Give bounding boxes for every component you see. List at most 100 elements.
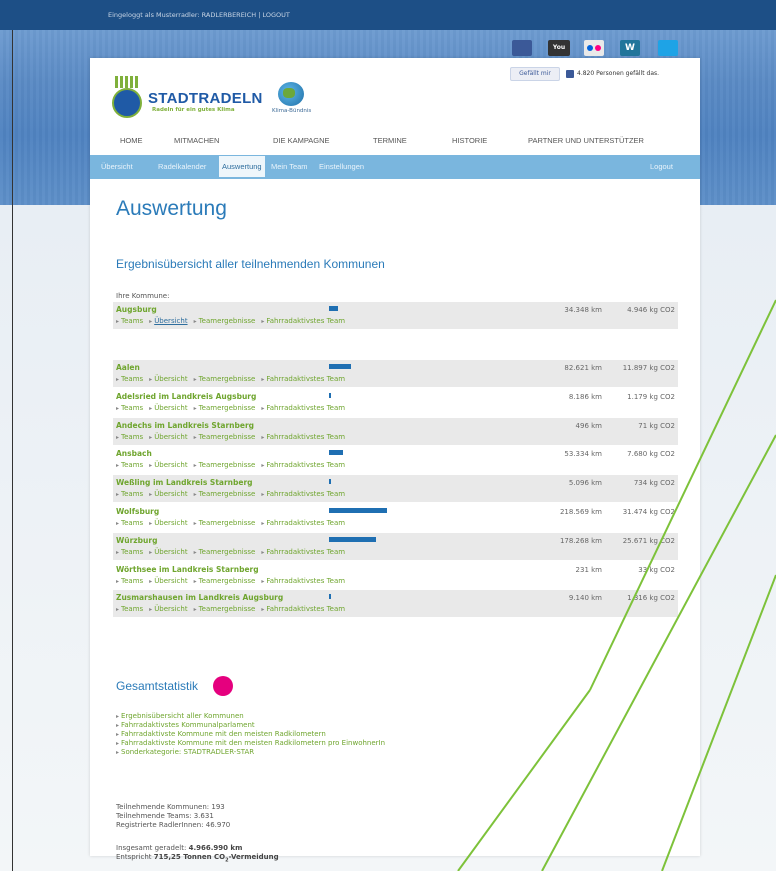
kommune-name[interactable]: Adelsried im Landkreis Augsburg [116,392,256,401]
kommune-links: Teams Übersicht Teamergebnisse Fahrradaktiv… [116,404,351,412]
kommune-name[interactable]: Würzburg [116,536,157,545]
kommune-co2: 11.897 kg CO2 [622,364,675,372]
kommune-name[interactable]: Wörthsee im Landkreis Starnberg [116,565,259,574]
link-uebersicht[interactable]: Übersicht [149,404,187,412]
stat-link[interactable]: Fahrradaktivste Kommune mit den meisten … [116,739,385,748]
link-fahrradaktivstes-team[interactable]: Fahrradaktivstes Team [261,519,345,527]
kommune-name[interactable]: Wolfsburg [116,507,159,516]
like-button[interactable]: Gefällt mir [510,67,560,81]
link-uebersicht[interactable]: Übersicht [149,548,187,556]
link-teams[interactable]: Teams [116,317,143,325]
link-uebersicht[interactable]: Übersicht [149,375,187,383]
link-teamergebnisse[interactable]: Teamergebnisse [194,433,256,441]
link-fahrradaktivstes-team[interactable]: Fahrradaktivstes Team [261,577,345,585]
link-fahrradaktivstes-team[interactable]: Fahrradaktivstes Team [261,461,345,469]
nav-partner[interactable]: PARTNER UND UNTERSTÜTZER [528,136,644,145]
link-fahrradaktivstes-team[interactable]: Fahrradaktivstes Team [261,317,345,325]
subnav-logout[interactable]: Logout [650,162,673,171]
link-fahrradaktivstes-team[interactable]: Fahrradaktivstes Team [261,433,345,441]
link-fahrradaktivstes-team[interactable]: Fahrradaktivstes Team [261,490,345,498]
link-teamergebnisse[interactable]: Teamergebnisse [194,490,256,498]
top-login-bar: Eingeloggt als Musterradler: RADLERBEREI… [0,0,776,30]
link-uebersicht[interactable]: Übersicht [149,433,187,441]
kommune-km: 218.569 km [559,508,602,516]
nav-mitmachen[interactable]: MITMACHEN [174,136,219,145]
kommune-name[interactable]: Zusmarshausen im Landkreis Augsburg [116,593,283,602]
stadtradeln-logo[interactable]: STADTRADELN Radeln für ein gutes Klima [112,76,262,120]
stat-link[interactable]: Sonderkategorie: STADTRADLER-STAR [116,748,385,757]
kommune-km: 496 km [575,421,602,430]
subnav-uebersicht[interactable]: Übersicht [101,162,133,171]
logo-title: STADTRADELN [148,90,263,107]
kommune-links: Teams Übersicht Teamergebnisse Fahrradaktiv… [116,461,351,469]
youtube-icon[interactable]: You [548,40,570,56]
nav-kampagne[interactable]: DIE KAMPAGNE [273,136,330,145]
link-uebersicht[interactable]: Übersicht [149,317,187,325]
kommune-name[interactable]: Weßling im Landkreis Starnberg [116,478,253,487]
link-teamergebnisse[interactable]: Teamergebnisse [194,519,256,527]
distance-bar [329,594,332,600]
stat-link[interactable]: Fahrradaktivste Kommune mit den meisten … [116,730,385,739]
folder-icon[interactable] [658,40,678,56]
link-teamergebnisse[interactable]: Teamergebnisse [194,577,256,585]
login-status-text[interactable]: Eingeloggt als Musterradler: RADLERBEREI… [108,11,290,19]
link-teamergebnisse[interactable]: Teamergebnisse [194,461,256,469]
stat-link[interactable]: Ergebnisübersicht aller Kommunen [116,712,385,721]
link-teams[interactable]: Teams [116,404,143,412]
facebook-icon[interactable] [512,40,532,56]
link-uebersicht[interactable]: Übersicht [149,461,187,469]
kommune-co2: 4.946 kg CO2 [627,306,675,314]
total-stats: Insgesamt geradelt: 4.966.990 km Entspri… [116,844,279,865]
kommune-co2: 7.680 kg CO2 [627,450,675,459]
link-teams[interactable]: Teams [116,433,143,441]
link-uebersicht[interactable]: Übersicht [149,490,187,498]
link-uebersicht[interactable]: Übersicht [149,577,187,585]
link-fahrradaktivstes-team[interactable]: Fahrradaktivstes Team [261,404,345,412]
link-teams[interactable]: Teams [116,605,143,613]
link-teams[interactable]: Teams [116,548,143,556]
nav-historie[interactable]: HISTORIE [452,136,487,145]
link-teamergebnisse[interactable]: Teamergebnisse [194,605,256,613]
link-teamergebnisse[interactable]: Teamergebnisse [194,548,256,556]
kommune-row: Andechs im Landkreis Starnberg 496 km 71 k… [113,417,678,445]
link-fahrradaktivstes-team[interactable]: Fahrradaktivstes Team [261,548,345,556]
link-teams[interactable]: Teams [116,461,143,469]
kommune-name[interactable]: Ansbach [116,449,152,458]
flickr-icon[interactable] [584,40,604,56]
link-teamergebnisse[interactable]: Teamergebnisse [194,375,256,383]
kommune-km: 34.348 km [564,306,602,314]
link-teams[interactable]: Teams [116,519,143,527]
kommune-name[interactable]: Augsburg [116,305,157,314]
subnav-einstellungen[interactable]: Einstellungen [319,162,364,171]
link-fahrradaktivstes-team[interactable]: Fahrradaktivstes Team [261,605,345,613]
kommune-co2: 25.671 kg CO2 [622,536,675,545]
wordpress-icon[interactable]: W [620,40,640,56]
distance-bar [329,479,331,485]
nav-termine[interactable]: TERMINE [373,136,407,145]
like-count-text: 4.820 Personen gefällt das. [577,70,660,77]
link-fahrradaktivstes-team[interactable]: Fahrradaktivstes Team [261,375,345,383]
subnav-auswertung[interactable]: Auswertung [219,156,265,177]
subnav-radelkalender[interactable]: Radelkalender [158,162,206,171]
link-teamergebnisse[interactable]: Teamergebnisse [194,317,256,325]
kommune-km: 178.268 km [559,536,602,545]
link-teams[interactable]: Teams [116,375,143,383]
kommune-name[interactable]: Andechs im Landkreis Starnberg [116,421,254,430]
kommune-links: Teams Übersicht Teamergebnisse Fahrradaktiv… [116,375,351,383]
link-teams[interactable]: Teams [116,490,143,498]
link-uebersicht[interactable]: Übersicht [149,519,187,527]
nav-home[interactable]: HOME [120,136,143,145]
stat-link[interactable]: Fahrradaktivstes Kommunalparlament [116,721,385,730]
link-teamergebnisse[interactable]: Teamergebnisse [194,404,256,412]
subnav-mein-team[interactable]: Mein Team [271,162,308,171]
distance-bar [329,450,344,456]
teilnehmende-teams: Teilnehmende Teams: 3.631 [116,812,214,820]
kommune-co2: 734 kg CO2 [633,479,675,488]
klima-buendnis-logo[interactable]: Klima-Bündnis [268,78,318,122]
gesamtstatistik-links: Ergebnisübersicht aller Kommunen Fahrrad… [116,712,385,757]
kommune-km: 82.621 km [564,364,602,372]
kommune-links: Teams Übersicht Teamergebnisse Fahrradaktiv… [116,548,351,556]
link-teams[interactable]: Teams [116,577,143,585]
kommune-name[interactable]: Aalen [116,363,140,372]
link-uebersicht[interactable]: Übersicht [149,605,187,613]
